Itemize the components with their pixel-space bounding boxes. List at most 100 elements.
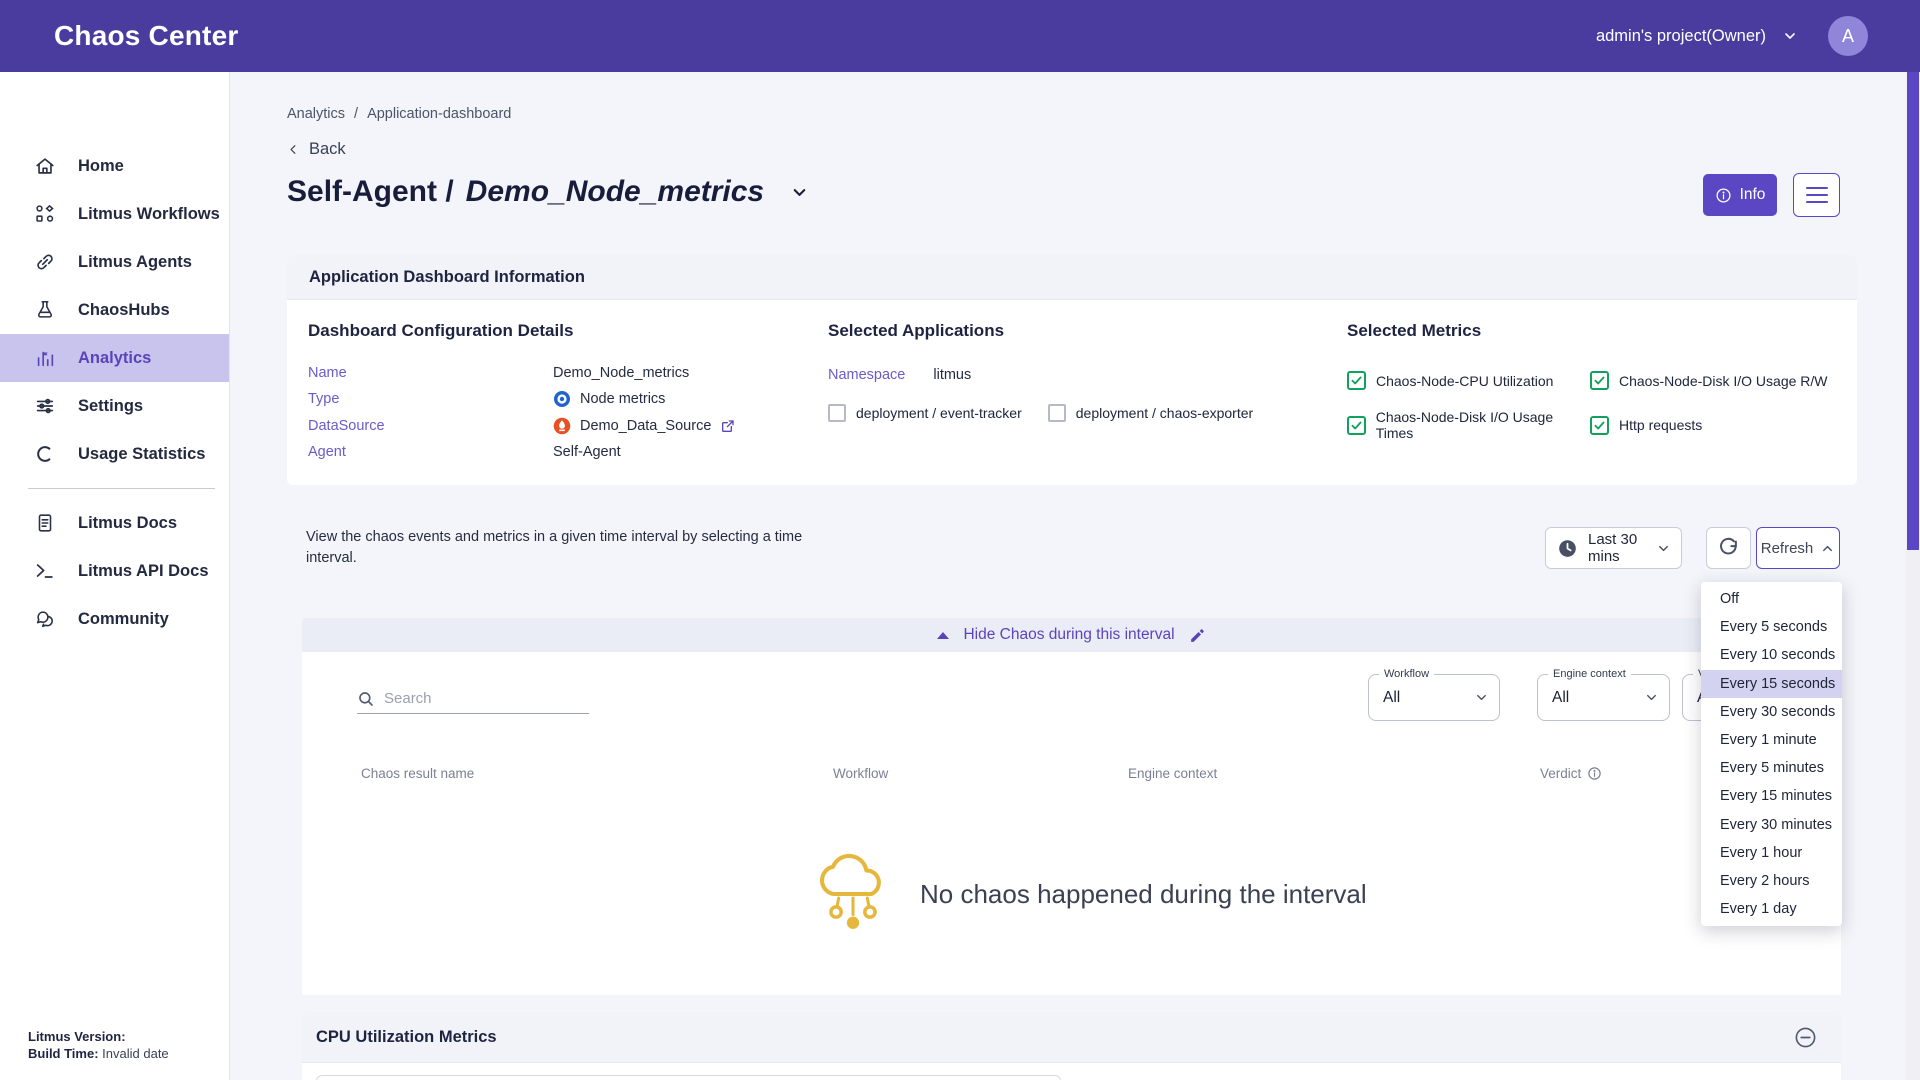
chevron-down-icon[interactable] (1782, 28, 1798, 44)
menu-item-every-30-seconds[interactable]: Every 30 seconds (1701, 698, 1842, 726)
menu-item-off[interactable]: Off (1701, 585, 1842, 613)
config-value-type: Node metrics (553, 390, 736, 408)
litmus-version-label: Litmus Version: (28, 1029, 126, 1044)
edit-pencil-icon[interactable] (1189, 627, 1206, 644)
sidebar-item-litmus-docs[interactable]: Litmus Docs (0, 499, 229, 547)
sidebar-item-label: Usage Statistics (78, 445, 205, 464)
checkbox-checked-icon[interactable] (1590, 371, 1609, 390)
workflows-icon (33, 202, 57, 226)
breadcrumb-analytics[interactable]: Analytics (287, 106, 345, 122)
menu-item-every-10-seconds[interactable]: Every 10 seconds (1701, 641, 1842, 669)
hide-chaos-label: Hide Chaos during this interval (963, 626, 1174, 644)
empty-state-message: No chaos happened during the interval (920, 879, 1367, 910)
chevron-down-icon (1474, 690, 1489, 705)
sidebar-item-home[interactable]: Home (0, 142, 229, 190)
dashboard-switcher-chevron-icon[interactable] (790, 183, 809, 202)
engine-context-filter-select[interactable]: Engine context All (1537, 674, 1670, 721)
checkbox-checked-icon[interactable] (1590, 416, 1609, 435)
sliders-icon (33, 394, 57, 418)
document-icon (33, 511, 57, 535)
time-range-select[interactable]: Last 30 mins (1545, 527, 1682, 569)
terminal-icon (33, 559, 57, 583)
menu-item-every-2-hours[interactable]: Every 2 hours (1701, 867, 1842, 895)
hide-chaos-toggle[interactable]: Hide Chaos during this interval (302, 618, 1841, 652)
analytics-icon (33, 346, 57, 370)
sidebar-item-settings[interactable]: Settings (0, 382, 229, 430)
external-link-icon[interactable] (720, 418, 736, 434)
node-metrics-icon (553, 390, 571, 408)
selected-applications-title: Selected Applications (828, 321, 1004, 341)
sidebar-item-usage-statistics[interactable]: Usage Statistics (0, 430, 229, 478)
menu-item-every-1-minute[interactable]: Every 1 minute (1701, 726, 1842, 754)
empty-state: No chaos happened during the interval (814, 850, 1367, 938)
checkbox-checked-icon[interactable] (1347, 416, 1366, 435)
selected-metrics-title: Selected Metrics (1347, 321, 1481, 341)
chevron-up-icon (1820, 541, 1835, 556)
metric-checkbox-disk-io-times[interactable]: Chaos-Node-Disk I/O Usage Times (1347, 409, 1590, 441)
sidebar-item-community[interactable]: Community (0, 595, 229, 643)
namespace-value: litmus (933, 367, 971, 383)
breadcrumb-application-dashboard[interactable]: Application-dashboard (367, 106, 511, 122)
sidebar-item-analytics[interactable]: Analytics (0, 334, 229, 382)
application-checkbox-chaos-exporter[interactable]: deployment / chaos-exporter (1048, 404, 1253, 422)
refresh-now-button[interactable] (1706, 527, 1751, 569)
namespace-label: Namespace (828, 367, 905, 383)
sidebar-item-litmus-api-docs[interactable]: Litmus API Docs (0, 547, 229, 595)
menu-item-every-5-minutes[interactable]: Every 5 minutes (1701, 754, 1842, 782)
search-icon (357, 690, 375, 708)
checkbox-unchecked-icon[interactable] (1048, 404, 1066, 422)
application-checkbox-event-tracker[interactable]: deployment / event-tracker (828, 404, 1022, 422)
menu-item-every-1-hour[interactable]: Every 1 hour (1701, 839, 1842, 867)
config-label: Type (308, 391, 553, 407)
config-value-agent: Self-Agent (553, 444, 736, 460)
title-agent-name: Self-Agent / (287, 175, 454, 209)
home-icon (33, 154, 57, 178)
workflow-filter-select[interactable]: Workflow All (1368, 674, 1500, 721)
menu-item-every-5-seconds[interactable]: Every 5 seconds (1701, 613, 1842, 641)
info-button-label: Info (1740, 186, 1766, 204)
chaos-table-body: Workflow All Engine context All V A Chao… (302, 652, 1841, 995)
sidebar-divider (28, 488, 215, 489)
column-header-engine-context: Engine context (1128, 766, 1217, 781)
sidebar-item-label: Home (78, 157, 124, 176)
back-button[interactable]: Back (287, 140, 346, 159)
menu-item-every-15-seconds[interactable]: Every 15 seconds (1701, 670, 1842, 698)
column-header-chaos-result-name: Chaos result name (361, 766, 474, 781)
scrollbar-thumb[interactable] (1907, 72, 1919, 550)
menu-item-every-15-minutes[interactable]: Every 15 minutes (1701, 782, 1842, 810)
project-selector[interactable]: admin's project(Owner) (1596, 27, 1766, 46)
cpu-utilization-panel: CPU Utilization Metrics (302, 1012, 1841, 1080)
config-value-name: Demo_Node_metrics (553, 365, 736, 381)
avatar[interactable]: A (1828, 16, 1868, 56)
title-dashboard-name: Demo_Node_metrics (466, 175, 764, 209)
sidebar-item-litmus-workflows[interactable]: Litmus Workflows (0, 190, 229, 238)
sidebar-item-label: Settings (78, 397, 143, 416)
metric-checkbox-http-requests[interactable]: Http requests (1590, 409, 1702, 441)
collapse-minus-icon[interactable] (1794, 1026, 1817, 1049)
sidebar-item-chaoshubs[interactable]: ChaosHubs (0, 286, 229, 334)
chevron-left-icon (287, 143, 300, 156)
menu-item-every-30-minutes[interactable]: Every 30 minutes (1701, 811, 1842, 839)
flask-icon (33, 298, 57, 322)
search-input[interactable] (384, 690, 589, 707)
info-circle-icon[interactable] (1587, 766, 1602, 781)
hamburger-menu-button[interactable] (1793, 173, 1840, 217)
sidebar-item-label: Analytics (78, 349, 151, 368)
checkbox-checked-icon[interactable] (1347, 371, 1366, 390)
info-button[interactable]: Info (1703, 174, 1777, 216)
info-icon (1715, 187, 1732, 204)
sidebar-item-label: Community (78, 610, 169, 629)
search-field[interactable] (357, 684, 589, 714)
app-title: Chaos Center (54, 20, 238, 52)
config-label: DataSource (308, 418, 553, 434)
cpu-panel-header: CPU Utilization Metrics (302, 1012, 1841, 1063)
metric-checkbox-cpu-utilization[interactable]: Chaos-Node-CPU Utilization (1347, 371, 1590, 390)
build-time-label: Build Time: (28, 1046, 99, 1061)
sidebar-item-litmus-agents[interactable]: Litmus Agents (0, 238, 229, 286)
checkbox-unchecked-icon[interactable] (828, 404, 846, 422)
refresh-interval-dropdown-button[interactable]: Refresh (1756, 527, 1840, 569)
time-range-value: Last 30 mins (1588, 531, 1646, 565)
link-icon (33, 250, 57, 274)
menu-item-every-1-day[interactable]: Every 1 day (1701, 895, 1842, 923)
metric-checkbox-disk-io-rw[interactable]: Chaos-Node-Disk I/O Usage R/W (1590, 371, 1828, 390)
